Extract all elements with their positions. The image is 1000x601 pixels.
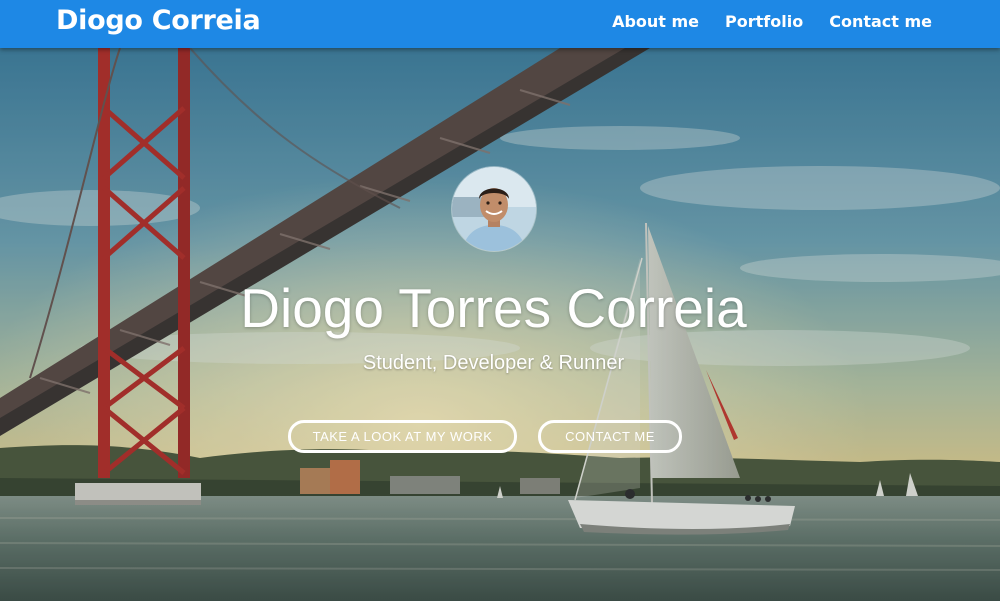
- nav-links: About me Portfolio Contact me: [612, 12, 932, 31]
- profile-photo: [452, 167, 536, 251]
- profile-avatar: [452, 167, 536, 251]
- nav-link-contact[interactable]: Contact me: [829, 12, 932, 31]
- page: Diogo Correia About me Portfolio Contact…: [0, 0, 1000, 601]
- navbar: Diogo Correia About me Portfolio Contact…: [0, 0, 1000, 48]
- nav-link-about[interactable]: About me: [612, 12, 699, 31]
- nav-link-portfolio[interactable]: Portfolio: [725, 12, 803, 31]
- hero-tagline: Student, Developer & Runner: [362, 352, 625, 374]
- view-work-button[interactable]: TAKE A LOOK AT MY WORK: [288, 420, 517, 453]
- hero-name: Diogo Torres Correia: [240, 277, 747, 339]
- contact-me-button[interactable]: CONTACT ME: [538, 420, 682, 453]
- brand-link[interactable]: Diogo Correia: [56, 5, 261, 36]
- hero-section: Diogo Torres Correia Student, Developer …: [0, 48, 1000, 601]
